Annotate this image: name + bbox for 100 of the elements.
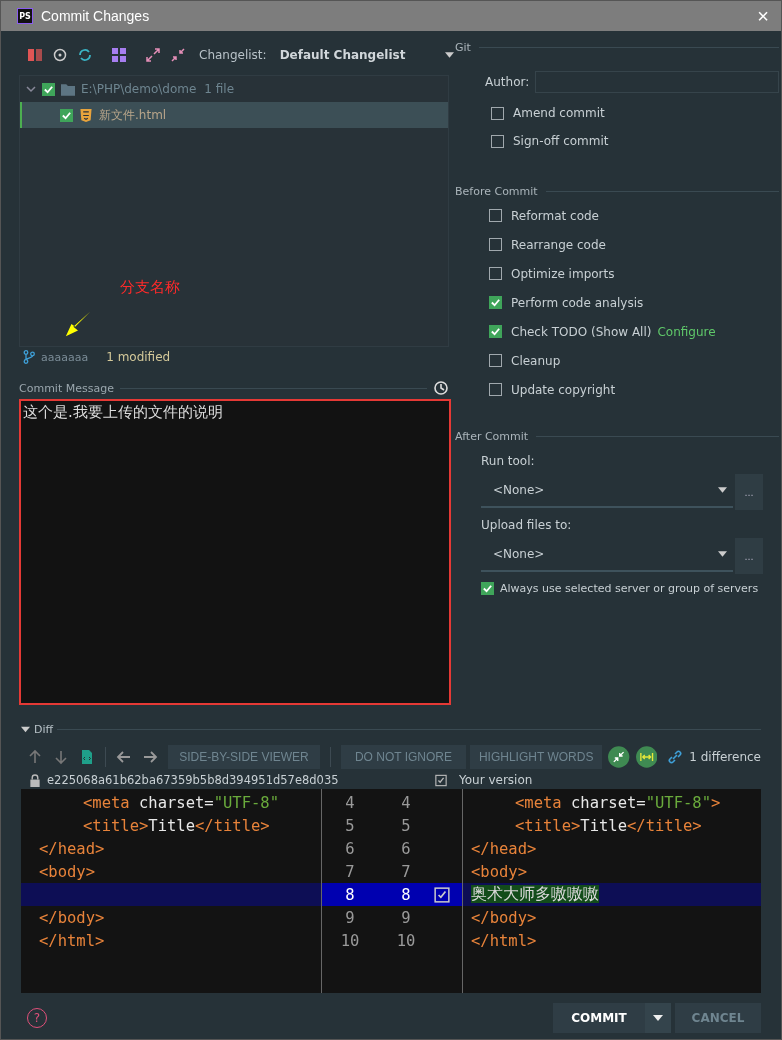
line-number: 6 [344, 839, 356, 858]
highlight-dropdown[interactable]: HIGHLIGHT WORDS [469, 745, 603, 769]
code-line: <body> [39, 862, 95, 881]
history-icon[interactable] [52, 47, 68, 63]
file-icon[interactable] [79, 749, 95, 765]
browse-button[interactable]: ... [735, 538, 763, 574]
checkbox[interactable] [489, 296, 502, 309]
option-label: Cleanup [511, 353, 561, 368]
section-title: After Commit [455, 429, 529, 443]
checkbox[interactable] [489, 267, 502, 280]
caret-icon [718, 551, 727, 557]
code-line: <title>Title</title> [83, 816, 270, 835]
code-line: <body> [471, 862, 527, 881]
arrow-down-icon[interactable] [53, 749, 69, 765]
checkbox[interactable] [489, 325, 502, 338]
refresh-icon[interactable] [77, 47, 93, 63]
cancel-button[interactable]: CANCEL [675, 1003, 761, 1033]
collapse-icon[interactable] [608, 746, 630, 768]
collapse-icon[interactable] [170, 47, 186, 63]
configure-link[interactable]: Configure [657, 324, 716, 339]
line-number: 4 [400, 793, 412, 812]
option-label: Perform code analysis [511, 295, 644, 310]
checkbox[interactable] [489, 354, 502, 367]
code-line: </head> [39, 839, 105, 858]
tree-file-row[interactable]: 新文件.html [20, 102, 448, 128]
checkbox[interactable] [491, 106, 504, 120]
annotation-text: 分支名称 [120, 278, 180, 297]
commit-message-field[interactable]: 这个是.我要上传的文件的说明 [19, 399, 451, 705]
checkbox[interactable] [481, 581, 494, 595]
browse-button[interactable]: ... [735, 474, 763, 510]
checkbox[interactable] [42, 82, 55, 96]
window-title: Commit Changes [41, 8, 151, 24]
option-label: Amend commit [513, 106, 605, 120]
option-label: Reformat code [511, 208, 599, 223]
app-icon: PS [17, 8, 33, 24]
link-icon[interactable] [667, 749, 684, 765]
collapse-triangle-icon[interactable] [21, 724, 30, 734]
branch-icon [23, 350, 35, 364]
option-label: Sign-off commit [513, 134, 609, 148]
line-number: 4 [344, 793, 356, 812]
ignore-dropdown[interactable]: DO NOT IGNORE [341, 745, 466, 769]
line-number: 9 [344, 908, 356, 927]
revision-hash: e225068a61b62ba67359b5b8d394951d57e8d035 [47, 773, 340, 787]
checkbox[interactable] [60, 108, 73, 122]
viewer-dropdown[interactable]: SIDE-BY-SIDE VIEWER [167, 745, 321, 769]
section-title: Git [455, 40, 471, 54]
line-number: 7 [400, 862, 412, 881]
checkbox-icon[interactable] [435, 773, 447, 787]
checkbox-icon[interactable] [434, 886, 450, 903]
line-number: 8 [344, 885, 356, 904]
branch-name: aaaaaaa [41, 350, 89, 364]
line-number: 9 [400, 908, 412, 927]
changelist-label: Changelist: [199, 48, 267, 62]
expand-icon[interactable] [145, 47, 161, 63]
section-title: Before Commit [455, 184, 538, 198]
checkbox[interactable] [489, 209, 502, 222]
difference-count: 1 difference [689, 750, 761, 764]
commit-message-label: Commit Message [19, 381, 114, 395]
version-label: Your version [459, 773, 533, 787]
commit-button[interactable]: COMMIT [553, 1003, 645, 1033]
option-label: Check TODO (Show All) [511, 324, 652, 339]
line-number: 5 [344, 816, 356, 835]
author-label: Author: [485, 75, 530, 89]
dropdown-label: Run tool: [481, 454, 536, 468]
code-line: </html> [39, 931, 105, 950]
code-line: </html> [471, 931, 537, 950]
code-line: </body> [39, 908, 105, 927]
option-label: Rearrange code [511, 237, 606, 252]
line-number: 6 [400, 839, 412, 858]
arrow-right-icon[interactable] [141, 749, 158, 765]
option-label: Optimize imports [511, 266, 615, 281]
code-line: <meta charset="UTF-8"> [515, 793, 721, 812]
line-number: 8 [400, 885, 412, 904]
option-label: Update copyright [511, 382, 616, 397]
code-line: </head> [471, 839, 537, 858]
history-icon[interactable] [433, 380, 449, 396]
line-number: 10 [395, 931, 417, 950]
chevron-icon[interactable] [26, 84, 36, 94]
close-button[interactable]: × [753, 4, 773, 28]
arrow-up-icon[interactable] [27, 749, 43, 765]
diff-title: Diff [34, 722, 54, 736]
sync-scroll-icon[interactable] [635, 746, 658, 768]
folder-path: E:\PHP\demo\dome [81, 82, 197, 96]
caret-icon [445, 52, 455, 58]
checkbox[interactable] [491, 134, 504, 148]
code-line: </body> [471, 908, 537, 927]
line-number: 7 [344, 862, 356, 881]
checkbox[interactable] [489, 238, 502, 251]
modified-count: 1 modified [106, 350, 171, 364]
file-name: 新文件.html [99, 106, 167, 124]
tree-folder-row[interactable]: E:\PHP\demo\dome 1 file [20, 76, 448, 102]
checkbox[interactable] [489, 383, 502, 396]
code-line: <title>Title</title> [515, 816, 702, 835]
group-icon[interactable] [111, 47, 127, 63]
commit-options-button[interactable] [645, 1003, 671, 1033]
lock-icon [29, 773, 41, 787]
caret-icon [653, 1015, 663, 1021]
rollback-icon[interactable] [27, 47, 43, 63]
arrow-left-icon[interactable] [115, 749, 132, 765]
line-number: 10 [339, 931, 361, 950]
